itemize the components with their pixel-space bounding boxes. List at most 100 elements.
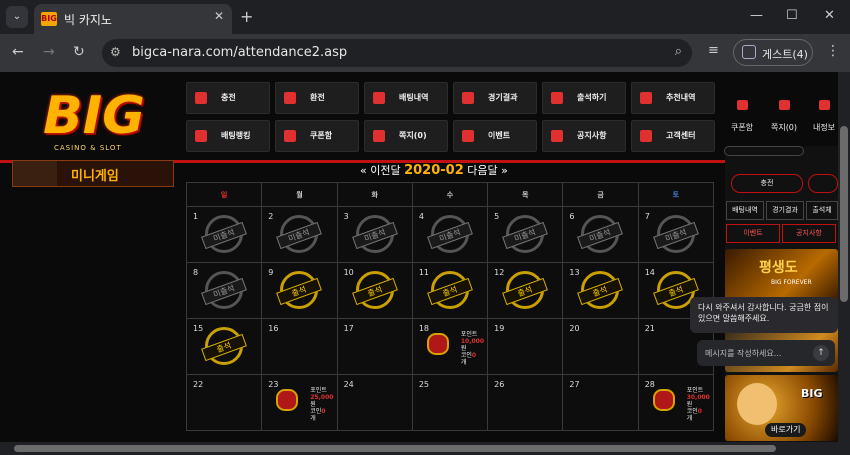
sidebar-charge-button[interactable]: 충전	[731, 174, 803, 193]
day-number: 26	[494, 380, 505, 389]
calendar-day-cell: 10 출석	[336, 262, 413, 319]
day-number: 13	[569, 268, 580, 277]
day-number: 22	[193, 380, 204, 389]
message-icon	[373, 130, 385, 142]
day-number: 28	[644, 380, 655, 389]
sidebar-tab-attendance[interactable]: 출석체	[806, 201, 838, 220]
sidebar-tab-event[interactable]: 이벤트	[726, 224, 780, 243]
dog-banner[interactable]: BIG 바로가기	[725, 375, 838, 441]
gift-bag-icon	[276, 389, 299, 411]
page-content: BIG CASINO & SLOT 충전 환전 배팅내역 경기결과 출석하기 추…	[0, 72, 838, 442]
present-stamp-icon: 출석	[577, 271, 624, 309]
sidebar-tab-notice[interactable]: 공지사항	[782, 224, 836, 243]
chat-placeholder: 메시지를 작성하세요...	[705, 349, 782, 358]
results-icon	[462, 92, 474, 104]
vertical-scrollbar[interactable]	[838, 72, 850, 442]
menu-message-button[interactable]: 쪽지(0)	[364, 120, 448, 152]
day-number: 3	[343, 212, 349, 221]
absent-stamp-icon: 미출석	[201, 215, 247, 253]
new-tab-icon[interactable]: +	[240, 7, 253, 26]
logo-subtitle: CASINO & SLOT	[54, 144, 122, 152]
reward-text-part: 30,000	[686, 394, 710, 401]
weekday-header: 일	[185, 182, 263, 207]
present-stamp-icon: 출석	[502, 271, 549, 309]
profile-button[interactable]: 게스트(4)	[733, 39, 813, 66]
reward-text: 포인트 30,000 원 코인0 개	[687, 387, 710, 422]
maximize-icon[interactable]: ☐	[786, 8, 798, 23]
horizontal-scroll-thumb[interactable]	[14, 445, 776, 452]
calendar-day-cell: 2 미출석	[261, 206, 338, 263]
calendar-day-cell: 3 미출석	[336, 206, 413, 263]
day-number: 15	[193, 324, 204, 333]
lifetime-banner-subtitle: BIG FOREVER	[771, 279, 812, 286]
site-logo[interactable]: BIG CASINO & SLOT	[34, 86, 154, 166]
menu-event-button[interactable]: 이벤트	[453, 120, 537, 152]
reload-icon[interactable]: ↻	[73, 44, 85, 60]
horizontal-scrollbar[interactable]	[0, 442, 850, 455]
menu-bet-history-button[interactable]: 배팅내역	[364, 82, 448, 114]
chat-input[interactable]: 메시지를 작성하세요... ↑	[697, 340, 835, 366]
url-text[interactable]: bigca-nara.com/attendance2.asp	[132, 45, 347, 60]
day-number: 14	[644, 268, 655, 277]
menu-referral-button[interactable]: 추천내역	[631, 82, 715, 114]
calendar-day-cell: 12 출석	[487, 262, 564, 319]
weekday-header: 금	[562, 182, 639, 207]
reward-text-part: 포인트	[310, 387, 327, 394]
calendar-day-cell: 16	[261, 318, 338, 375]
calendar-day-cell: 9 출석	[261, 262, 338, 319]
menu-support-button[interactable]: 고객센터	[631, 120, 715, 152]
calendar-day-cell: 22	[185, 374, 263, 431]
back-icon[interactable]: ←	[12, 44, 24, 60]
menu-charge-button[interactable]: 충전	[186, 82, 270, 114]
util-message-link[interactable]: 쪽지(0)	[764, 100, 804, 134]
address-bar[interactable]: ⚙ bigca-nara.com/attendance2.asp ⌕	[102, 39, 692, 67]
calendar-day-cell: 19	[487, 318, 564, 375]
forward-icon[interactable]: →	[43, 44, 55, 60]
profile-label: 게스트(4)	[762, 48, 808, 61]
minigame-label: 미니게임	[71, 169, 119, 184]
tab-search-icon[interactable]: ⌄	[6, 6, 28, 28]
next-month-link[interactable]: 다음달 »	[467, 164, 508, 177]
sidebar-exchange-button[interactable]	[808, 174, 838, 193]
tab-title: 빅 카지노	[64, 13, 112, 27]
prev-month-link[interactable]: « 이전달	[360, 164, 401, 177]
stamp-label: 미출석	[652, 221, 699, 250]
coupon-icon	[284, 130, 296, 142]
calendar-day-cell: 27	[562, 374, 639, 431]
day-number: 5	[494, 212, 500, 221]
zoom-icon[interactable]: ⌕	[675, 44, 682, 59]
present-stamp-icon: 출석	[276, 271, 323, 309]
site-info-icon[interactable]: ⚙	[110, 45, 121, 59]
browser-menu-icon[interactable]: ⋮	[826, 43, 840, 59]
calendar-day-cell: 26	[487, 374, 564, 431]
browser-tab[interactable]: BIG 빅 카지노 ✕	[34, 4, 232, 34]
sidebar-tab-results[interactable]: 경기결과	[766, 201, 804, 220]
menu-ranking-button[interactable]: 배팅랭킹	[186, 120, 270, 152]
close-window-icon[interactable]: ✕	[824, 8, 835, 23]
menu-exchange-button[interactable]: 환전	[275, 82, 359, 114]
go-now-button[interactable]: 바로가기	[765, 423, 807, 437]
minigame-banner[interactable]: 미니게임	[12, 160, 174, 187]
reward-text-part: 포인트	[686, 387, 704, 394]
day-number: 9	[268, 268, 274, 277]
absent-stamp-icon: 미출석	[426, 215, 473, 253]
absent-stamp-icon: 미출석	[652, 215, 699, 253]
sidebar-tab-bethistory[interactable]: 배팅내역	[726, 201, 764, 220]
media-control-icon[interactable]: ≡	[708, 43, 719, 58]
weekday-header: 화	[336, 182, 413, 207]
send-arrow-icon[interactable]: ↑	[813, 345, 829, 361]
util-coupon-link[interactable]: 쿠폰함	[722, 100, 762, 134]
minimize-icon[interactable]: —	[750, 8, 763, 23]
tab-close-icon[interactable]: ✕	[214, 9, 224, 23]
menu-results-button[interactable]: 경기결과	[453, 82, 537, 114]
util-myinfo-link[interactable]: 내정보	[804, 100, 838, 134]
menu-notice-button[interactable]: 공지사항	[542, 120, 626, 152]
vertical-scroll-thumb[interactable]	[840, 126, 848, 302]
calendar-day-cell: 23 포인트 25,000 원 코인0 개	[261, 374, 338, 431]
menu-coupon-button[interactable]: 쿠폰함	[275, 120, 359, 152]
logo-text: BIG	[43, 86, 145, 146]
menu-attendance-button[interactable]: 출석하기	[542, 82, 626, 114]
exchange-icon	[284, 92, 296, 104]
present-stamp-icon: 출석	[201, 327, 247, 365]
calendar-day-cell: 8 미출석	[185, 262, 263, 319]
